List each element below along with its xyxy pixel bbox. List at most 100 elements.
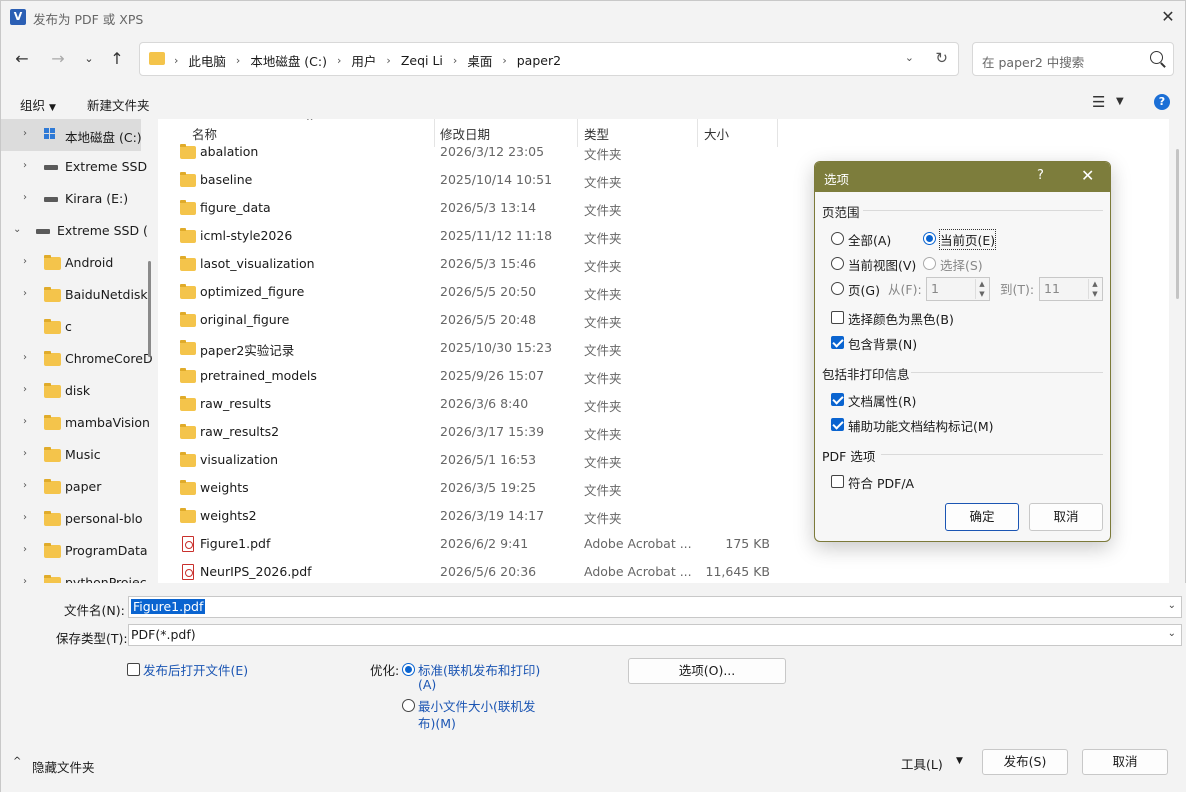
- chevron-down-icon[interactable]: ⌄: [1168, 600, 1176, 611]
- dialog-cancel-button[interactable]: 取消: [1029, 503, 1103, 531]
- current-view-radio[interactable]: [831, 257, 844, 270]
- current-page-label[interactable]: 当前页(E): [938, 229, 997, 250]
- to-page-stepper[interactable]: 11 ▲ ▼: [1039, 277, 1103, 301]
- tree-item[interactable]: › Extreme SSD: [1, 151, 156, 183]
- view-list-icon[interactable]: ☰: [1092, 93, 1105, 111]
- tree-item[interactable]: › Music: [1, 439, 156, 471]
- filename-input[interactable]: Figure1.pdf: [131, 599, 206, 614]
- chevron-right-icon[interactable]: ›: [23, 512, 27, 523]
- chevron-right-icon[interactable]: ›: [23, 416, 27, 427]
- scroll-thumb[interactable]: [1176, 149, 1179, 299]
- tree-item[interactable]: › ProgramData: [1, 535, 156, 567]
- chevron-right-icon[interactable]: ›: [23, 256, 27, 267]
- from-page-stepper[interactable]: 1 ▲ ▼: [926, 277, 990, 301]
- chevron-right-icon[interactable]: ›: [23, 288, 27, 299]
- pdfa-label[interactable]: 符合 PDF/A: [848, 473, 914, 492]
- search-box[interactable]: 在 paper2 中搜索: [972, 42, 1174, 76]
- current-view-label[interactable]: 当前视图(V): [848, 255, 916, 274]
- open-after-label[interactable]: 发布后打开文件(E): [143, 660, 248, 679]
- chevron-up-icon[interactable]: ^: [13, 756, 21, 767]
- tools-dropdown-icon[interactable]: ▼: [956, 756, 963, 766]
- chevron-right-icon[interactable]: ›: [23, 544, 27, 555]
- optimize-minimum-label-2[interactable]: 布)(M): [418, 713, 456, 732]
- tree-item[interactable]: › mambaVision: [1, 407, 156, 439]
- accessibility-tags-checkbox[interactable]: [831, 418, 844, 431]
- up-arrow-icon[interactable]: ↑: [105, 47, 129, 71]
- doc-properties-label[interactable]: 文档属性(R): [848, 391, 916, 410]
- tree-item[interactable]: › personal-blo: [1, 503, 156, 535]
- open-after-checkbox[interactable]: [127, 663, 140, 676]
- address-bar[interactable]: › 此电脑 › 本地磁盘 (C:) › 用户 › Zeqi Li › 桌面 › …: [139, 42, 959, 76]
- stepper-up-icon[interactable]: ▲: [975, 279, 988, 289]
- refresh-icon[interactable]: ↻: [935, 49, 948, 67]
- all-pages-radio[interactable]: [831, 232, 844, 245]
- chevron-right-icon[interactable]: ›: [23, 128, 27, 139]
- chevron-right-icon[interactable]: ›: [23, 576, 27, 583]
- new-folder-button[interactable]: 新建文件夹: [87, 95, 150, 114]
- filename-field[interactable]: Figure1.pdf ⌄: [128, 596, 1182, 618]
- optimize-standard-label[interactable]: 标准(联机发布和打印): [418, 660, 540, 679]
- tree-item[interactable]: ⌄ Extreme SSD (: [1, 215, 156, 247]
- optimize-standard-label-2[interactable]: (A): [418, 677, 436, 692]
- current-page-radio[interactable]: [923, 232, 936, 245]
- pages-radio[interactable]: [831, 282, 844, 295]
- bw-label[interactable]: 选择颜色为黑色(B): [848, 309, 954, 328]
- close-icon[interactable]: ✕: [1081, 166, 1094, 185]
- tree-item[interactable]: › paper: [1, 471, 156, 503]
- recent-chevron-down-icon[interactable]: ⌄: [77, 47, 101, 71]
- cancel-button[interactable]: 取消: [1082, 749, 1168, 775]
- include-background-label[interactable]: 包含背景(N): [848, 334, 917, 353]
- breadcrumb-item[interactable]: Zeqi Li: [401, 53, 443, 68]
- optimize-minimum-radio[interactable]: [402, 699, 415, 712]
- ok-button[interactable]: 确定: [945, 503, 1019, 531]
- chevron-right-icon[interactable]: ›: [23, 192, 27, 203]
- tree-item[interactable]: c: [1, 311, 156, 343]
- pages-label[interactable]: 页(G): [848, 280, 880, 299]
- chevron-right-icon[interactable]: ›: [23, 352, 27, 363]
- chevron-right-icon[interactable]: ›: [23, 384, 27, 395]
- tree-item[interactable]: › Kirara (E:): [1, 183, 156, 215]
- chevron-right-icon[interactable]: ›: [23, 448, 27, 459]
- tree-item[interactable]: › disk: [1, 375, 156, 407]
- breadcrumb-item[interactable]: 用户: [351, 51, 376, 70]
- pdfa-checkbox[interactable]: [831, 475, 844, 488]
- tools-button[interactable]: 工具(L): [901, 754, 943, 773]
- organize-button[interactable]: 组织 ▼: [20, 95, 56, 114]
- include-background-checkbox[interactable]: [831, 336, 844, 349]
- tree-item[interactable]: › Android: [1, 247, 156, 279]
- close-icon[interactable]: ✕: [1155, 4, 1181, 30]
- publish-button[interactable]: 发布(S): [982, 749, 1068, 775]
- hide-folders-button[interactable]: 隐藏文件夹: [32, 757, 95, 776]
- chevron-down-icon[interactable]: ⌄: [1168, 628, 1176, 639]
- all-pages-label[interactable]: 全部(A): [848, 230, 891, 249]
- breadcrumb-item[interactable]: paper2: [517, 53, 561, 68]
- view-dropdown-icon[interactable]: ▼: [1116, 96, 1124, 107]
- selection-radio[interactable]: [923, 257, 936, 270]
- forward-arrow-icon[interactable]: →: [46, 47, 70, 71]
- tree-item[interactable]: › pythonProjec: [1, 567, 156, 583]
- breadcrumb-item[interactable]: 此电脑: [188, 51, 226, 70]
- help-icon[interactable]: ?: [1037, 168, 1044, 183]
- optimize-standard-radio[interactable]: [402, 663, 415, 676]
- stepper-down-icon[interactable]: ▼: [1088, 289, 1101, 299]
- address-dropdown-icon[interactable]: ⌄: [905, 51, 914, 64]
- search-icon[interactable]: [1150, 51, 1163, 64]
- tree-item[interactable]: › BaiduNetdisk: [1, 279, 156, 311]
- accessibility-tags-label[interactable]: 辅助功能文档结构标记(M): [848, 416, 994, 435]
- back-arrow-icon[interactable]: ←: [10, 47, 34, 71]
- stepper-up-icon[interactable]: ▲: [1088, 279, 1101, 289]
- tree-item[interactable]: › ChromeCoreD: [1, 343, 156, 375]
- chevron-right-icon[interactable]: ›: [23, 480, 27, 491]
- options-button[interactable]: 选项(O)...: [628, 658, 786, 684]
- help-icon[interactable]: ?: [1154, 94, 1170, 110]
- stepper-down-icon[interactable]: ▼: [975, 289, 988, 299]
- file-list-scrollbar[interactable]: [1171, 119, 1185, 583]
- file-row[interactable]: NeurIPS_2026.pdf 2026/5/6 20:36 Adobe Acro…: [158, 559, 1169, 583]
- tree-item[interactable]: › 本地磁盘 (C:): [1, 119, 142, 151]
- doc-properties-checkbox[interactable]: [831, 393, 844, 406]
- tree-scrollbar[interactable]: [148, 261, 151, 357]
- breadcrumb-item[interactable]: 本地磁盘 (C:): [250, 51, 327, 70]
- savetype-select[interactable]: PDF(*.pdf) ⌄: [128, 624, 1182, 646]
- search-input[interactable]: 在 paper2 中搜索: [982, 52, 1084, 71]
- chevron-down-icon[interactable]: ⌄: [13, 224, 21, 235]
